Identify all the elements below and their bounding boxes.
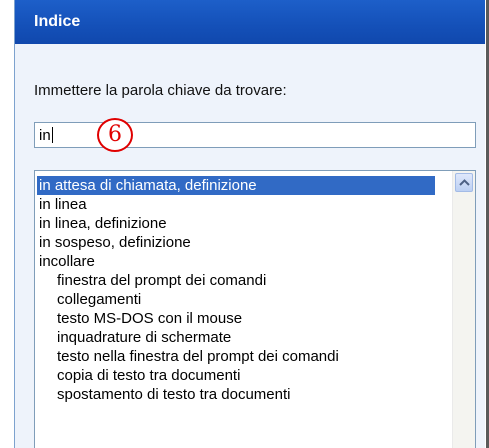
keyword-search-text: in — [39, 127, 51, 144]
index-list-item[interactable]: in sospeso, definizione — [37, 233, 191, 252]
help-window: Indice Immettere la parola chiave da tro… — [0, 0, 489, 448]
index-results-list[interactable]: in attesa di chiamata, definizione in lin… — [34, 170, 476, 448]
index-list-item[interactable]: testo MS-DOS con il mouse — [37, 309, 242, 328]
keyword-search-value: in — [39, 127, 53, 144]
index-list-item[interactable]: collegamenti — [37, 290, 141, 309]
chevron-up-icon — [459, 179, 470, 186]
index-list-item[interactable]: inquadrature di schermate — [37, 328, 231, 347]
pane-title: Indice — [34, 13, 81, 30]
pane-header: Indice — [15, 0, 485, 44]
index-list-item[interactable]: incollare — [37, 252, 95, 271]
index-list-item[interactable]: finestra del prompt dei comandi — [37, 271, 266, 290]
index-list-item[interactable]: in linea — [37, 195, 87, 214]
scroll-up-button[interactable] — [455, 173, 473, 192]
index-list-item[interactable]: in attesa di chiamata, definizione — [37, 176, 435, 195]
index-list-item[interactable]: testo nella finestra del prompt dei coma… — [37, 347, 339, 366]
text-caret — [51, 127, 53, 143]
index-list-item[interactable]: spostamento di testo tra documenti — [37, 385, 290, 404]
vertical-scrollbar[interactable] — [452, 171, 475, 448]
index-list-item[interactable]: in linea, definizione — [37, 214, 167, 233]
index-pane: Indice Immettere la parola chiave da tro… — [14, 0, 485, 448]
search-prompt-label: Immettere la parola chiave da trovare: — [34, 82, 287, 99]
step-number-badge: 6 — [97, 118, 133, 152]
index-list-item[interactable]: copia di testo tra documenti — [37, 366, 240, 385]
